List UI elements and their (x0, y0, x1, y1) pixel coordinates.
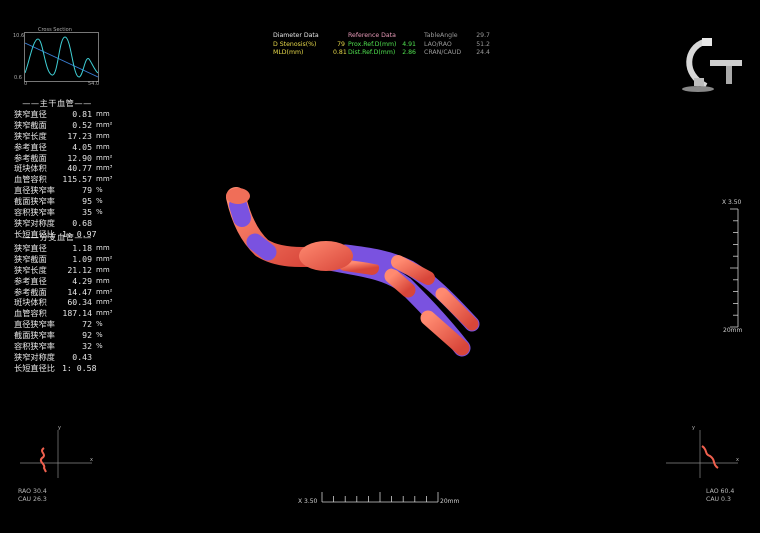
right-scale-ruler (730, 208, 739, 328)
br-axis-x: x (736, 457, 739, 463)
right-scale-top-label: X 3.50 (722, 199, 742, 206)
bottom-right-angles: LAO 60.4 CAU 0.3 (706, 488, 734, 505)
br-line2: CAU 0.3 (706, 496, 731, 504)
bottom-scale-right-label: 20mm (440, 498, 460, 505)
orientation-axes-icon (20, 430, 92, 478)
bottom-scale-left-label: X 3.50 (298, 498, 318, 505)
br-axis-y: y (692, 425, 695, 431)
vessel-plaque-segment (246, 233, 277, 261)
vessel-aneurysm-bulge (299, 241, 353, 271)
bottom-scale-ruler (321, 492, 439, 503)
bl-line2: CAU 26.3 (18, 496, 47, 504)
vessel-proximal-end (226, 188, 250, 204)
right-scale-bottom-label: 20mm (723, 327, 743, 334)
br-line1: LAO 60.4 (706, 488, 735, 495)
vessel-plaque-segment (384, 268, 416, 298)
vessel-plaque-segment (338, 257, 379, 275)
vessel-3d-view[interactable] (0, 0, 760, 533)
bl-line1: RAO 30.4 (18, 488, 47, 495)
bottom-left-angles: RAO 30.4 CAU 26.3 (18, 488, 47, 505)
vessel-plaque-segment (229, 196, 251, 227)
bl-axis-y: y (58, 425, 61, 431)
bl-axis-x: x (90, 457, 93, 463)
orientation-axes-icon (666, 430, 738, 478)
